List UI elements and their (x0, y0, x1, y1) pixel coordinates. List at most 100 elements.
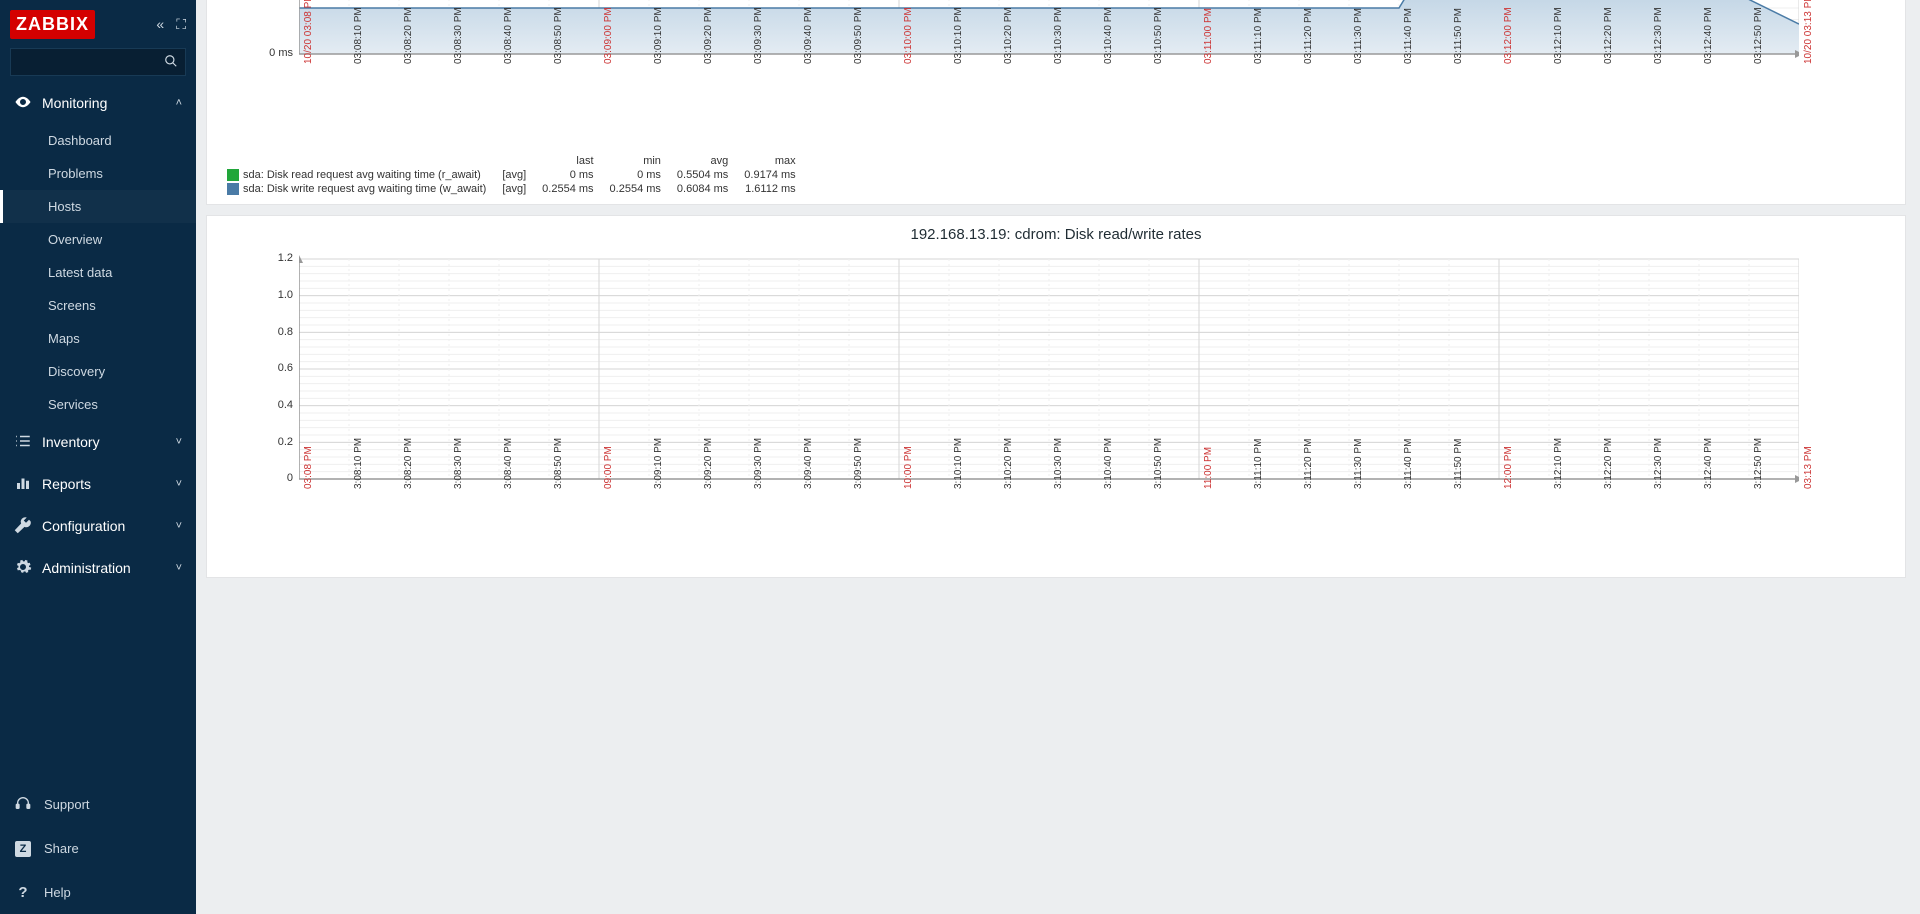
y-axis-label: 0 ms (223, 48, 293, 59)
y-axis-label: 0.6 (223, 363, 293, 374)
sidebar-item-problems[interactable]: Problems (0, 157, 196, 190)
x-axis-label: 3:12:50 PM (1753, 438, 1764, 489)
x-axis-label: 03:11:30 PM (1353, 8, 1364, 64)
chart-title: 192.168.13.19: cdrom: Disk read/write ra… (209, 222, 1903, 249)
x-axis-label: 3:11:10 PM (1253, 439, 1264, 489)
x-axis-label: 3:12:20 PM (1603, 438, 1614, 489)
x-axis-label: 3:10:20 PM (1003, 438, 1014, 489)
x-axis-label: 03:11:00 PM (1203, 8, 1214, 64)
x-axis-label: 03:08:20 PM (403, 7, 414, 64)
x-axis-label: 03:09:40 PM (803, 7, 814, 64)
x-axis-label: 03:10:10 PM (953, 7, 964, 64)
sidebar-item-latest-data[interactable]: Latest data (0, 256, 196, 289)
chevron-down-icon: ˅ (176, 562, 182, 574)
x-axis-label: 3:09:40 PM (803, 438, 814, 489)
y-axis-label: 0.2 (223, 437, 293, 448)
sidebar-item-maps[interactable]: Maps (0, 322, 196, 355)
main: 192.168.13.19: sda: Disk average waiting… (196, 0, 1920, 914)
wrench-icon (14, 516, 32, 537)
chart-card-cdrom-rates: 192.168.13.19: cdrom: Disk read/write ra… (206, 215, 1906, 578)
sidebar-item-dashboard[interactable]: Dashboard (0, 124, 196, 157)
search-input[interactable] (10, 48, 186, 76)
x-axis-label: 10/20 03:08 PM (303, 0, 314, 64)
x-axis-label: 3:10:10 PM (953, 438, 964, 489)
x-axis-label: 03:10:30 PM (1053, 7, 1064, 64)
logo[interactable]: ZABBIX (10, 10, 95, 39)
search-icon[interactable] (164, 54, 178, 71)
sidebar-section-administration[interactable]: Administration ˅ (0, 547, 196, 589)
sidebar-item-hosts[interactable]: Hosts (0, 190, 196, 223)
x-axis-label: 03:11:10 PM (1253, 8, 1264, 64)
x-axis-label: 03:08:10 PM (353, 7, 364, 64)
x-axis-label: 03:10:50 PM (1153, 7, 1164, 64)
sidebar-item-discovery[interactable]: Discovery (0, 355, 196, 388)
x-axis-label: 10/20 03:13 PM (1803, 0, 1814, 64)
x-axis-label: 03:11:20 PM (1303, 8, 1314, 64)
sidebar-section-label: Configuration (42, 518, 125, 534)
chevron-down-icon: ˅ (176, 478, 182, 490)
x-axis-label: 03:12:40 PM (1703, 7, 1714, 64)
sidebar-section-reports[interactable]: Reports˅ (0, 463, 196, 505)
x-axis-label: 03:09:10 PM (653, 7, 664, 64)
x-axis-label: 12:00 PM (1503, 446, 1514, 489)
sidebar-section-monitoring[interactable]: Monitoring ˄ (0, 82, 196, 124)
eye-icon (14, 93, 32, 114)
main-scroll[interactable]: 192.168.13.19: sda: Disk average waiting… (196, 0, 1920, 914)
sidebar-footer-share[interactable]: Z Share (0, 826, 196, 870)
x-axis-label: 3:10:50 PM (1153, 438, 1164, 489)
x-axis-label: 3:12:30 PM (1653, 438, 1664, 489)
share-icon: Z (14, 840, 32, 857)
x-axis-label: 3:11:20 PM (1303, 439, 1314, 489)
y-axis-label: 1.2 (223, 253, 293, 264)
sidebar-collapse-icon[interactable]: « (156, 16, 164, 33)
x-axis-label: 3:08:50 PM (553, 438, 564, 489)
x-axis-label: 3:11:40 PM (1403, 439, 1414, 489)
list-icon (14, 432, 32, 453)
sidebar-footer-label: Help (44, 885, 71, 900)
x-axis-label: 03:11:40 PM (1403, 8, 1414, 64)
x-axis-label: 03:12:20 PM (1603, 7, 1614, 64)
x-axis-label: 3:09:50 PM (853, 438, 864, 489)
x-axis-label: 3:08:40 PM (503, 438, 514, 489)
x-axis-label: 3:11:50 PM (1453, 439, 1464, 489)
legend-swatch (227, 183, 239, 195)
sidebar-fullscreen-icon[interactable]: ⛶ (176, 16, 186, 33)
sidebar-section-configuration[interactable]: Configuration ˅ (0, 505, 196, 547)
x-axis-label: 03:09:20 PM (703, 7, 714, 64)
x-axis-label: 03:10:00 PM (903, 7, 914, 64)
sidebar-search (10, 48, 186, 76)
help-icon: ? (14, 884, 32, 901)
x-axis-label: 03:08:30 PM (453, 7, 464, 64)
y-axis-label: 0.5 ms (223, 0, 293, 2)
x-axis-label: 3:09:30 PM (753, 438, 764, 489)
x-axis-label: 3:08:30 PM (453, 438, 464, 489)
sidebar-footer-help[interactable]: ? Help (0, 870, 196, 914)
sidebar-section-label: Administration (42, 560, 131, 576)
sidebar-item-screens[interactable]: Screens (0, 289, 196, 322)
sidebar-item-overview[interactable]: Overview (0, 223, 196, 256)
chevron-down-icon: ˅ (176, 436, 182, 448)
sidebar-section-label: Monitoring (42, 95, 107, 111)
sidebar-section-inventory[interactable]: Inventory ˅ (0, 421, 196, 463)
sidebar-item-services[interactable]: Services (0, 388, 196, 421)
sidebar-footer-support[interactable]: Support (0, 782, 196, 826)
x-axis-label: 3:10:40 PM (1103, 438, 1114, 489)
x-axis-label: 10:00 PM (903, 446, 914, 489)
x-axis-label: 03:10:40 PM (1103, 7, 1114, 64)
x-axis-label: 3:08:20 PM (403, 438, 414, 489)
gear-icon (14, 558, 32, 579)
legend-swatch (227, 169, 239, 181)
y-axis-label: 0.8 (223, 327, 293, 338)
sidebar-footer-label: Share (44, 841, 79, 856)
x-axis-label: 03:09:00 PM (603, 7, 614, 64)
chart-plot-area (299, 249, 1799, 489)
chevron-down-icon: ˅ (176, 520, 182, 532)
x-axis-label: 03:11:50 PM (1453, 8, 1464, 64)
y-axis-label: 0.4 (223, 400, 293, 411)
chevron-up-icon: ˄ (176, 97, 182, 109)
x-axis-label: 03:08:40 PM (503, 7, 514, 64)
x-axis-label: 3:09:10 PM (653, 438, 664, 489)
x-axis-label: 03:09:50 PM (853, 7, 864, 64)
sidebar-section-label: Inventory (42, 434, 100, 450)
y-axis-label: 0 (223, 473, 293, 484)
